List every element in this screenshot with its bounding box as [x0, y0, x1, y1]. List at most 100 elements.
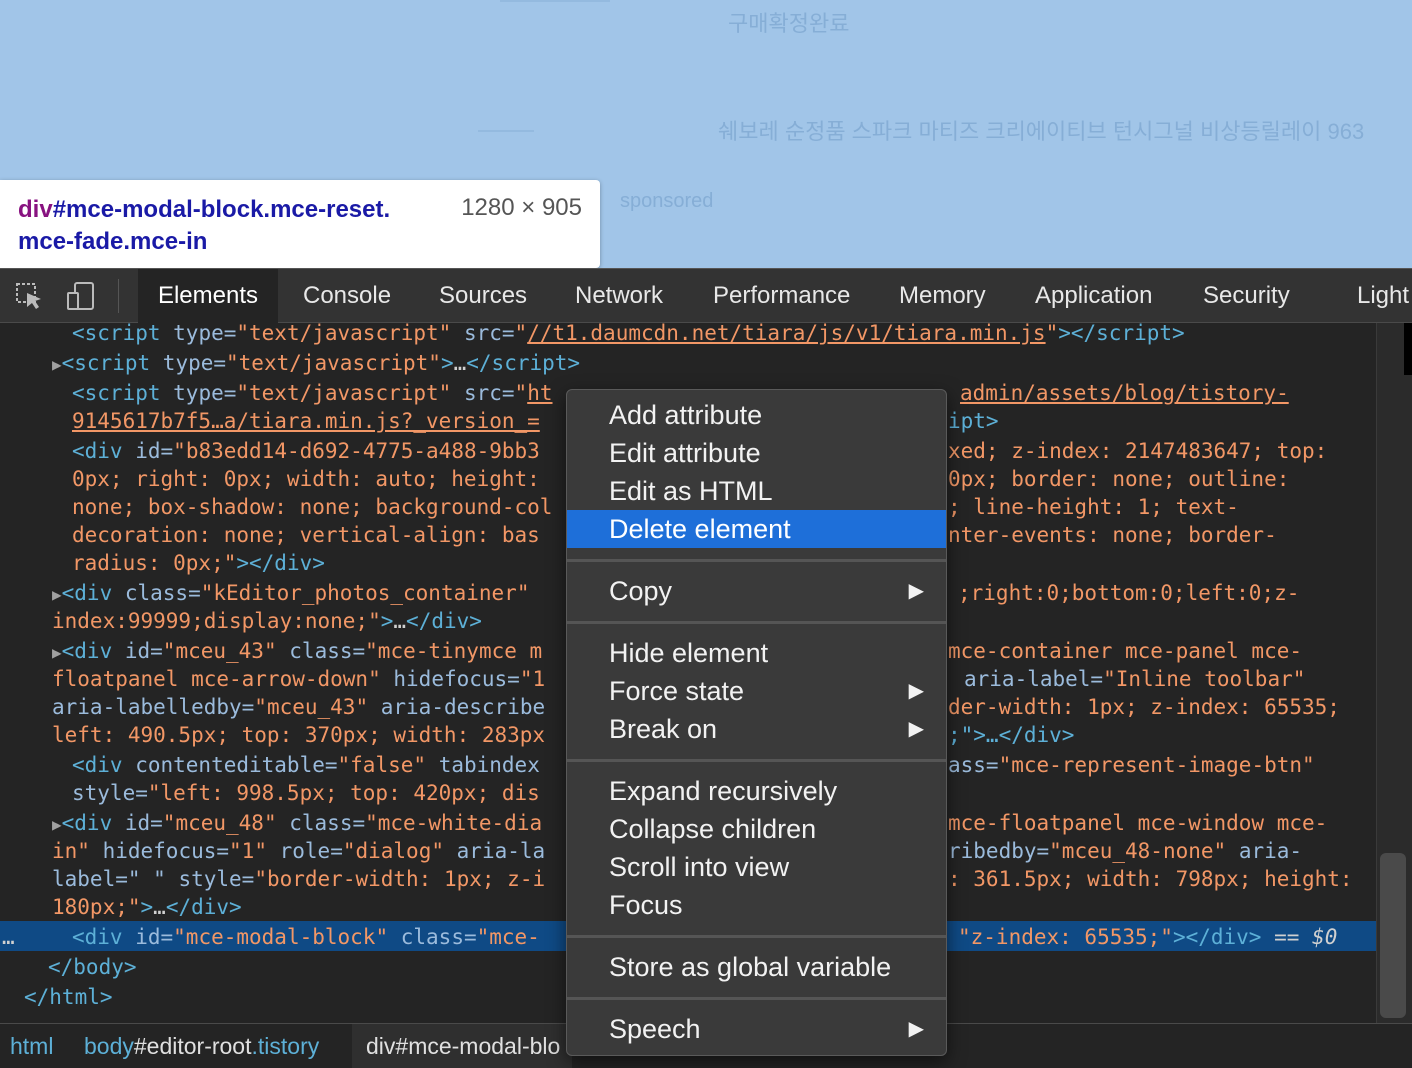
dom-node-fragment: ;right:0;bottom:0;left:0;z- [958, 581, 1300, 605]
ghost-text: sponsored [620, 190, 714, 212]
menu-item-expand-recursively[interactable]: Expand recursively [567, 772, 946, 810]
menu-item-force-state[interactable]: Force state ▶ [567, 672, 946, 710]
submenu-arrow-icon: ▶ [908, 1018, 924, 1040]
dom-node-fragment: "z-index: 65535;"></div> == $0 [958, 925, 1338, 949]
dom-node[interactable]: ▶<script type="text/javascript">…</scrip… [52, 349, 580, 377]
element-inspect-tooltip: div#mce-modal-block.mce-reset. mce-fade.m… [0, 180, 600, 268]
expand-triangle-icon[interactable]: ▶ [52, 585, 62, 604]
dom-node-wrap: 9145617b7f5…a/tiara.min.js?_version_= [72, 409, 540, 433]
tooltip-selector-rest: #mce-modal-block.mce-reset. [52, 196, 391, 223]
menu-separator [567, 621, 946, 624]
breadcrumb-html[interactable]: html [10, 1024, 53, 1068]
menu-item-speech[interactable]: Speech ▶ [567, 1010, 946, 1048]
dom-node[interactable]: <script type="text/javascript" src="//t1… [72, 323, 1185, 347]
dom-node-wrap: in" hidefocus="1" role="dialog" aria-la [52, 839, 546, 863]
dom-node[interactable]: <div contenteditable="false" tabindex [72, 751, 540, 779]
tooltip-dimensions: 1280 × 905 [461, 194, 582, 221]
menu-item-focus[interactable]: Focus [567, 886, 946, 924]
menu-item-edit-attribute[interactable]: Edit attribute [567, 434, 946, 472]
inspect-element-icon[interactable] [14, 281, 44, 311]
menu-separator [567, 997, 946, 1000]
tab-security[interactable]: Security [1203, 269, 1290, 323]
tooltip-selector: div#mce-modal-block.mce-reset. mce-fade.m… [18, 194, 438, 258]
toolbar-divider [118, 279, 119, 313]
dom-node-close[interactable]: </body> [48, 953, 137, 981]
dom-node-wrap: 0px; right: 0px; width: auto; height: [72, 467, 540, 491]
tab-application[interactable]: Application [1035, 269, 1152, 323]
dom-node-fragment: ipt> [948, 409, 999, 433]
menu-separator [567, 935, 946, 938]
dom-node-wrap: label=" " style="border-width: 1px; z-i [52, 867, 546, 891]
breadcrumb-div[interactable]: div#mce-modal-blo [352, 1024, 572, 1068]
dom-node-fragment: ass="mce-represent-image-btn" [948, 753, 1315, 777]
dom-node[interactable]: ▶<div id="mceu_43" class="mce-tinymce m [52, 637, 542, 665]
dom-node-fragment: ribedby="mceu_48-none" aria- [948, 839, 1303, 863]
selected-dom-node[interactable]: <div id="mce-modal-block" class="mce- [72, 923, 540, 951]
menu-item-collapse-children[interactable]: Collapse children [567, 810, 946, 848]
dom-node-fragment: xed; z-index: 2147483647; top: [948, 439, 1328, 463]
node-ellipsis-menu[interactable]: … [2, 923, 15, 951]
expand-triangle-icon[interactable]: ▶ [52, 815, 62, 834]
dom-node-close[interactable]: </html> [24, 983, 113, 1011]
tab-network[interactable]: Network [575, 269, 663, 323]
dom-node-fragment: mce-floatpanel mce-window mce- [948, 811, 1328, 835]
dom-node[interactable]: ▶<div id="mceu_48" class="mce-white-dia [52, 809, 542, 837]
dom-node-wrap: 180px;">…</div> [52, 895, 242, 919]
dom-node-fragment: 0px; border: none; outline: [948, 467, 1290, 491]
dom-node-wrap: style="left: 998.5px; top: 420px; dis [72, 781, 540, 805]
menu-item-break-on[interactable]: Break on ▶ [567, 710, 946, 748]
menu-item-add-attribute[interactable]: Add attribute [567, 396, 946, 434]
dom-node-fragment: ; line-height: 1; text- [948, 495, 1239, 519]
ghost-line [478, 130, 534, 132]
dom-node-fragment: admin/assets/blog/tistory- [960, 381, 1289, 405]
dom-node-fragment: aria-label="Inline toolbar" [964, 667, 1306, 691]
dom-node-fragment: mce-container mce-panel mce- [948, 639, 1303, 663]
script-src-link[interactable]: //t1.daumcdn.net/tiara/js/v1/tiara.min.j… [527, 323, 1045, 345]
device-toolbar-icon[interactable] [66, 281, 96, 311]
tab-sources[interactable]: Sources [439, 269, 527, 323]
scrollbar-thumb[interactable] [1380, 853, 1406, 1018]
dom-node[interactable]: <script type="text/javascript" src="ht [72, 379, 553, 407]
dom-node-wrap: radius: 0px;"></div> [72, 551, 325, 575]
dom-node-wrap: floatpanel mce-arrow-down" hidefocus="1 [52, 667, 546, 691]
menu-item-scroll-into-view[interactable]: Scroll into view [567, 848, 946, 886]
dom-node-wrap: index:99999;display:none;">…</div> [52, 609, 482, 633]
dom-node[interactable]: <div id="b83edd14-d692-4775-a488-9bb3 [72, 437, 540, 465]
dom-node-fragment: ;">…</div> [948, 723, 1075, 747]
menu-item-store-as-global-variable[interactable]: Store as global variable [567, 948, 946, 986]
devtools-tab-bar: Elements Console Sources Network Perform… [0, 268, 1412, 323]
ghost-text: 쉐보레 순정품 스파크 마티즈 크리에이티브 턴시그널 비상등릴레이 963 [718, 119, 1365, 144]
tooltip-tag: div [18, 196, 53, 223]
dom-node-wrap: aria-labelledby="mceu_43" aria-describe [52, 695, 546, 719]
menu-item-hide-element[interactable]: Hide element [567, 634, 946, 672]
dom-node-wrap: left: 490.5px; top: 370px; width: 283px [52, 723, 546, 747]
ghost-line [500, 0, 610, 2]
dom-node-wrap: decoration: none; vertical-align: bas [72, 523, 540, 547]
tooltip-selector-line2: mce-fade.mce-in [18, 228, 208, 255]
tab-elements[interactable]: Elements [138, 269, 278, 323]
dom-node[interactable]: ▶<div class="kEditor_photos_container" [52, 579, 529, 607]
ghost-text: 구매확정완료 [728, 11, 850, 36]
dom-node-fragment: nter-events: none; border- [948, 523, 1277, 547]
dom-node-fragment: : 361.5px; width: 798px; height: [948, 867, 1353, 891]
tab-console[interactable]: Console [303, 269, 391, 323]
submenu-arrow-icon: ▶ [908, 580, 924, 602]
scrollbar-marker [1404, 323, 1412, 375]
tab-lighthouse[interactable]: Light [1357, 269, 1409, 323]
menu-separator [567, 559, 946, 562]
menu-separator [567, 759, 946, 762]
submenu-arrow-icon: ▶ [908, 718, 924, 740]
menu-item-copy[interactable]: Copy ▶ [567, 572, 946, 610]
breadcrumb-body[interactable]: body#editor-root.tistory [84, 1024, 319, 1068]
expand-triangle-icon[interactable]: ▶ [52, 643, 62, 662]
menu-item-edit-as-html[interactable]: Edit as HTML [567, 472, 946, 510]
submenu-arrow-icon: ▶ [908, 680, 924, 702]
expand-triangle-icon[interactable]: ▶ [52, 355, 62, 374]
dom-node-wrap: none; box-shadow: none; background-col [72, 495, 553, 519]
tab-memory[interactable]: Memory [899, 269, 986, 323]
tab-performance[interactable]: Performance [713, 269, 850, 323]
inspected-page-overlay: 구매확정완료 쉐보레 순정품 스파크 마티즈 크리에이티브 턴시그널 비상등릴레… [0, 0, 1412, 268]
context-menu: Add attribute Edit attribute Edit as HTM… [566, 389, 947, 1056]
menu-item-delete-element[interactable]: Delete element [567, 510, 946, 548]
dom-node-fragment: der-width: 1px; z-index: 65535; [948, 695, 1340, 719]
